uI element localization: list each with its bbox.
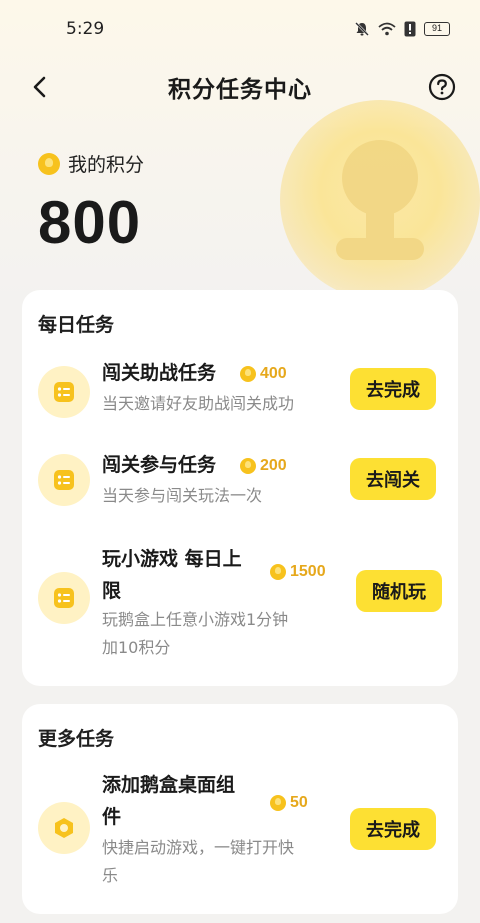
task-desc: 当天参与闯关玩法一次 <box>102 486 263 505</box>
task-name: 闯关参与任务 <box>102 454 217 476</box>
alert-icon <box>404 21 416 37</box>
task-reward: 200 <box>240 457 287 475</box>
task-reward-value: 200 <box>260 457 287 474</box>
status-bar: 5:29 91 <box>0 0 480 58</box>
task-name: 闯关助战任务 <box>102 362 217 384</box>
more-tasks-title: 更多任务 <box>38 728 115 750</box>
more-tasks-card: 更多任务 添加鹅盒桌面组 件 50 快捷启动游戏，一键打开快 乐 去完成 <box>22 704 458 914</box>
daily-tasks-title: 每日任务 <box>38 314 115 336</box>
chevron-left-icon <box>33 76 46 98</box>
task-desc-line1: 玩鹅盒上任意小游戏1分钟 <box>102 610 289 629</box>
task-name-line1: 添加鹅盒桌面组 <box>102 774 236 796</box>
task-action-button[interactable]: 随机玩 <box>356 570 442 612</box>
task-reward: 1500 <box>270 563 326 581</box>
coin-icon <box>270 564 286 580</box>
points-label: 我的积分 <box>68 154 145 176</box>
checklist-icon <box>38 572 90 624</box>
task-action-button[interactable]: 去完成 <box>350 368 436 410</box>
coin-icon <box>270 795 286 811</box>
coin-icon <box>240 366 256 382</box>
checklist-icon <box>38 454 90 506</box>
task-name-line2: 限 <box>102 580 122 602</box>
help-button[interactable] <box>428 73 456 101</box>
question-circle-icon <box>428 73 456 101</box>
task-desc: 当天邀请好友助战闯关成功 <box>102 394 295 413</box>
page-title: 积分任务中心 <box>168 77 312 103</box>
mute-icon <box>354 21 370 37</box>
task-name-line2: 件 <box>102 806 122 828</box>
task-desc-line2: 乐 <box>102 866 119 885</box>
back-button[interactable] <box>24 72 54 102</box>
widget-icon <box>38 802 90 854</box>
daily-tasks-card: 每日任务 闯关助战任务 400 当天邀请好友助战闯关成功 去完成 闯关参与任务 … <box>22 290 458 686</box>
task-desc-line2: 加10积分 <box>102 638 171 657</box>
points-label-row: 我的积分 <box>38 150 144 177</box>
coin-decoration-icon <box>280 100 480 300</box>
coin-icon <box>240 458 256 474</box>
task-reward-value: 50 <box>290 794 308 811</box>
coin-icon <box>38 152 60 175</box>
app-header: 积分任务中心 <box>0 60 480 114</box>
task-reward-value: 400 <box>260 365 287 382</box>
battery-icon: 91 <box>424 22 450 36</box>
coin-decoration-base <box>336 238 424 260</box>
task-reward-value: 1500 <box>290 563 326 580</box>
coin-decoration-knob <box>342 140 418 216</box>
task-name-line1: 玩小游戏 每日上 <box>102 548 242 570</box>
checklist-icon <box>38 366 90 418</box>
task-reward: 50 <box>270 794 308 812</box>
wifi-icon <box>378 22 396 36</box>
task-desc-line1: 快捷启动游戏，一键打开快 <box>102 838 295 857</box>
task-reward: 400 <box>240 365 287 383</box>
task-action-button[interactable]: 去闯关 <box>350 458 436 500</box>
status-time: 5:29 <box>66 19 105 39</box>
status-icons: 91 <box>354 21 450 37</box>
points-value: 800 <box>38 189 142 256</box>
task-action-button[interactable]: 去完成 <box>350 808 436 850</box>
